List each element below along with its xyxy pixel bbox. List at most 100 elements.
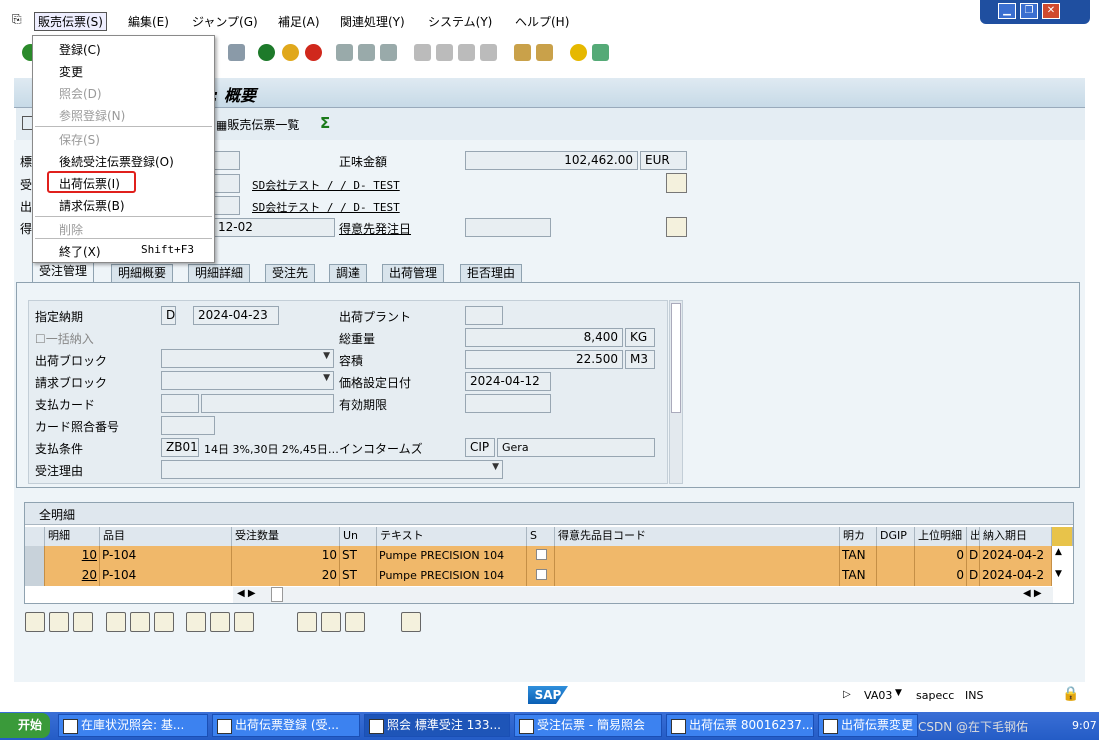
partners-icon[interactable] [321, 612, 341, 632]
col-deliv-date[interactable]: 納入期日 [980, 527, 1052, 546]
scroll-thumb[interactable] [671, 303, 681, 413]
task-item[interactable]: 出荷伝票 80016237... [666, 714, 814, 737]
scroll-down-icon[interactable]: ▼ [1055, 569, 1062, 579]
schedule-icon[interactable] [234, 612, 254, 632]
last-page-icon[interactable] [480, 44, 497, 61]
save-icon[interactable] [228, 44, 245, 61]
menu-item-delivery[interactable]: 出荷伝票(I) [59, 175, 120, 192]
card-number-field[interactable] [201, 394, 334, 413]
incoterms2-field[interactable]: Gera [497, 438, 655, 457]
insert-row-icon[interactable] [49, 612, 69, 632]
menu-item-change[interactable]: 変更 [59, 63, 83, 80]
sap-menu-icon[interactable]: ⎘ [12, 12, 22, 27]
tab-rejection[interactable]: 拒否理由 [460, 264, 523, 282]
find-icon[interactable] [358, 44, 375, 61]
plant-field[interactable] [465, 306, 503, 325]
delivery-block-dropdown[interactable] [161, 349, 334, 368]
detail-icon[interactable] [25, 612, 45, 632]
col-d[interactable]: 出 [967, 527, 980, 546]
print-icon[interactable] [336, 44, 353, 61]
task-item[interactable]: 出荷伝票登録 (受... [212, 714, 360, 737]
start-button[interactable]: 开始 [0, 713, 50, 738]
deselect-all-icon[interactable] [154, 612, 174, 632]
structure-icon[interactable] [210, 612, 230, 632]
delete-row-icon[interactable] [73, 612, 93, 632]
tab-procurement[interactable]: 調達 [329, 264, 368, 282]
horizontal-scrollbar[interactable]: ◀ ▶ ◀ ▶ [233, 587, 1053, 603]
menu-jump[interactable]: ジャンプ(G) [192, 13, 258, 30]
soldto-field[interactable] [213, 174, 240, 193]
menu-item-create[interactable]: 登録(C) [59, 41, 101, 58]
document-icon[interactable] [666, 173, 687, 193]
find-next-icon[interactable] [380, 44, 397, 61]
layout-icon[interactable] [592, 44, 609, 61]
conditions-icon[interactable] [297, 612, 317, 632]
row-selector[interactable] [25, 566, 45, 586]
tab-item-overview[interactable]: 明細概要 [111, 264, 174, 282]
next-page-icon[interactable] [458, 44, 475, 61]
select-block-icon[interactable] [130, 612, 150, 632]
col-cust-material[interactable]: 得意先品目コード [555, 527, 840, 546]
row1-item[interactable]: 10 [45, 546, 100, 566]
close-icon[interactable]: ✕ [1042, 3, 1060, 19]
restore-icon[interactable]: ❐ [1020, 3, 1038, 19]
menu-sales-document[interactable]: 販売伝票(S) [34, 12, 107, 31]
output-icon[interactable] [401, 612, 421, 632]
req-deliv-date[interactable]: 2024-04-23 [193, 306, 279, 325]
menu-item-subsequent-order[interactable]: 後続受注伝票登録(O) [59, 153, 174, 170]
card-ref-field[interactable] [161, 416, 215, 435]
minimize-icon[interactable]: ▁ [998, 3, 1016, 19]
task-item[interactable]: 受注伝票 - 簡易照会 [514, 714, 662, 737]
scroll-left-icon[interactable]: ◀ ▶ [237, 588, 256, 599]
texts-icon[interactable] [345, 612, 365, 632]
menu-item-exit[interactable]: 終了(X) [59, 243, 101, 260]
row2-s-checkbox[interactable] [527, 566, 555, 586]
select-all-icon[interactable] [106, 612, 126, 632]
col-item[interactable]: 明細 [45, 527, 100, 546]
tcode-dropdown-icon[interactable]: ▼ [895, 688, 902, 698]
expiry-field[interactable] [465, 394, 551, 413]
po-date-field[interactable]: 12-02 [213, 218, 335, 237]
col-s[interactable]: S [527, 527, 555, 546]
col-text[interactable]: テキスト [377, 527, 527, 546]
order-reason-dropdown[interactable] [161, 460, 503, 479]
menu-related[interactable]: 関連処理(Y) [340, 13, 405, 30]
tab-order-management[interactable]: 受注管理 [32, 262, 95, 283]
back-icon[interactable] [258, 44, 275, 61]
order-list-button[interactable]: ▦販売伝票一覧 [216, 116, 299, 133]
menu-system[interactable]: システム(Y) [428, 13, 492, 30]
menu-help[interactable]: ヘルプ(H) [515, 13, 569, 30]
tab-item-detail[interactable]: 明細詳細 [188, 264, 251, 282]
menu-item-billing[interactable]: 請求伝票(B) [59, 197, 125, 214]
col-higher-item[interactable]: 上位明細 [915, 527, 967, 546]
status-expand-icon[interactable]: ▷ [843, 689, 851, 700]
row1-s-checkbox[interactable] [527, 546, 555, 566]
table-settings-icon[interactable] [1052, 527, 1073, 546]
col-qty[interactable]: 受注数量 [232, 527, 340, 546]
help-icon[interactable] [570, 44, 587, 61]
order-number-field[interactable] [213, 151, 240, 170]
col-category[interactable]: 明カ [840, 527, 877, 546]
task-item[interactable]: 照会 標準受注 133... [364, 714, 510, 737]
shipto-field[interactable] [213, 196, 240, 215]
task-item[interactable]: 出荷伝票変更 [818, 714, 918, 737]
req-deliv-type[interactable]: D [161, 306, 176, 325]
menu-extras[interactable]: 補足(A) [278, 13, 320, 30]
task-item[interactable]: 在庫状況照会: 基... [58, 714, 208, 737]
new-session-icon[interactable] [514, 44, 531, 61]
first-page-icon[interactable] [414, 44, 431, 61]
payment-terms-field[interactable]: ZB01 [161, 438, 199, 457]
cust-po-date-field[interactable] [465, 218, 551, 237]
complete-delivery-checkbox[interactable]: ☐一括納入 [35, 330, 94, 347]
incoterms-field[interactable]: CIP [465, 438, 495, 457]
col-dgip[interactable]: DGIP [877, 527, 915, 546]
billing-block-dropdown[interactable] [161, 371, 334, 390]
col-material[interactable]: 品目 [100, 527, 232, 546]
tab-orderer[interactable]: 受注先 [265, 264, 316, 282]
row-select-header[interactable] [25, 527, 45, 546]
row2-item[interactable]: 20 [45, 566, 100, 586]
vertical-scrollbar[interactable] [669, 300, 683, 484]
tab-shipping[interactable]: 出荷管理 [382, 264, 445, 282]
shortcut-icon[interactable] [536, 44, 553, 61]
config-icon[interactable] [186, 612, 206, 632]
